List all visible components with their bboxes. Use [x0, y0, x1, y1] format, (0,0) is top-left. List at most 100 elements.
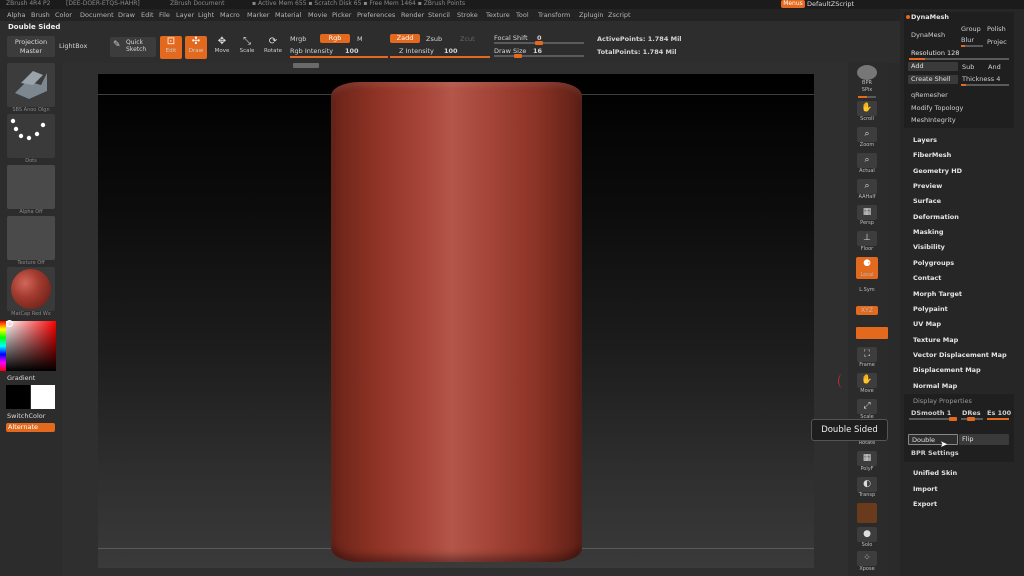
- main-color-swatch[interactable]: [6, 385, 30, 409]
- section-masking[interactable]: Masking: [913, 228, 944, 236]
- menu-transform[interactable]: Transform: [538, 9, 570, 21]
- section-uv-map[interactable]: UV Map: [913, 320, 941, 328]
- menu-edit[interactable]: Edit: [141, 9, 154, 21]
- m-toggle[interactable]: M: [357, 35, 363, 43]
- add-button[interactable]: Add: [908, 62, 958, 71]
- display-properties-header[interactable]: Display Properties: [913, 397, 972, 405]
- texture-thumbnail[interactable]: [7, 216, 55, 260]
- move-view-button[interactable]: ✋ Move: [856, 373, 878, 397]
- xyz-button[interactable]: XYZ: [856, 306, 878, 315]
- menu-stencil[interactable]: Stencil: [428, 9, 450, 21]
- zadd-toggle[interactable]: Zadd: [390, 34, 420, 43]
- section-deformation[interactable]: Deformation: [913, 213, 959, 221]
- thickness-value[interactable]: Thickness 4: [962, 75, 1000, 83]
- zsub-toggle[interactable]: Zsub: [426, 35, 442, 43]
- dres-value[interactable]: DRes: [962, 409, 981, 417]
- canvas-scroll-handle[interactable]: [293, 63, 319, 68]
- gradient-label[interactable]: Gradient: [7, 374, 35, 382]
- menu-preferences[interactable]: Preferences: [357, 9, 395, 21]
- lightbox-button[interactable]: LightBox: [59, 42, 87, 50]
- menu-draw[interactable]: Draw: [118, 9, 135, 21]
- dsmooth-value[interactable]: DSmooth 1: [911, 409, 951, 417]
- blur-value[interactable]: Blur: [961, 36, 974, 44]
- project-toggle[interactable]: Projec: [987, 38, 1007, 46]
- and-button[interactable]: And: [988, 63, 1001, 71]
- modify-topology-item[interactable]: Modify Topology: [911, 104, 963, 112]
- spix-button[interactable]: SPix: [856, 87, 878, 101]
- polish-toggle[interactable]: Polish: [987, 25, 1006, 33]
- alpha-thumbnail[interactable]: [7, 165, 55, 209]
- menu-layer[interactable]: Layer: [176, 9, 194, 21]
- section-export[interactable]: Export: [913, 500, 937, 508]
- section-morph-target[interactable]: Morph Target: [913, 290, 962, 298]
- scroll-button[interactable]: ✋ Scroll: [856, 101, 878, 125]
- menu-color[interactable]: Color: [55, 9, 72, 21]
- double-toggle[interactable]: Double: [908, 434, 958, 445]
- menu-movie[interactable]: Movie: [308, 9, 327, 21]
- resolution-slider[interactable]: [909, 58, 1009, 60]
- floor-button[interactable]: ⊥ Floor: [856, 231, 878, 255]
- menus-button[interactable]: Menus: [781, 0, 805, 8]
- mesh-integrity-item[interactable]: MeshIntegrity: [911, 116, 956, 124]
- xpose-button[interactable]: ⁘ Xpose: [856, 551, 878, 575]
- switch-color-button[interactable]: SwitchColor: [7, 412, 45, 420]
- menu-texture[interactable]: Texture: [486, 9, 510, 21]
- quick-sketch-button[interactable]: ✎ Quick Sketch: [110, 37, 156, 57]
- menu-light[interactable]: Light: [198, 9, 214, 21]
- hue-strip[interactable]: [0, 321, 6, 371]
- menu-tool[interactable]: Tool: [516, 9, 529, 21]
- dsmooth-slider[interactable]: [909, 417, 957, 421]
- scale-button[interactable]: ⤡ Scale: [236, 36, 258, 60]
- section-contact[interactable]: Contact: [913, 274, 941, 282]
- dynamesh-header[interactable]: DynaMesh: [911, 13, 949, 21]
- section-normal-map[interactable]: Normal Map: [913, 382, 957, 390]
- aahalf-button[interactable]: ⌕ AAHalf: [856, 179, 878, 203]
- material-thumbnail[interactable]: [7, 267, 55, 311]
- solo-button[interactable]: ● Solo: [856, 527, 878, 551]
- section-vector-displacement-map[interactable]: Vector Displacement Map: [913, 351, 1007, 359]
- section-unified-skin[interactable]: Unified Skin: [913, 469, 957, 477]
- frame-button[interactable]: ⛶ Frame: [856, 347, 878, 371]
- section-surface[interactable]: Surface: [913, 197, 941, 205]
- qremesher-item[interactable]: qRemesher: [911, 91, 948, 99]
- lsym-button[interactable]: L.Sym: [856, 287, 878, 301]
- section-layers[interactable]: Layers: [913, 136, 937, 144]
- menu-file[interactable]: File: [159, 9, 170, 21]
- rgb-intensity-value[interactable]: 100: [345, 47, 359, 55]
- flip-toggle[interactable]: Flip: [959, 434, 1009, 445]
- ghost-button[interactable]: [856, 503, 878, 523]
- menu-alpha[interactable]: Alpha: [7, 9, 25, 21]
- menu-picker[interactable]: Picker: [332, 9, 351, 21]
- color-picker[interactable]: [6, 320, 56, 371]
- resolution-value[interactable]: Resolution 128: [911, 49, 959, 57]
- section-preview[interactable]: Preview: [913, 182, 942, 190]
- draw-size-slider[interactable]: [494, 54, 584, 58]
- alternate-button[interactable]: Alternate: [6, 423, 55, 432]
- transp-button[interactable]: ◐ Transp: [856, 477, 878, 501]
- section-visibility[interactable]: Visibility: [913, 243, 945, 251]
- z-intensity-slider[interactable]: [390, 56, 490, 58]
- menu-render[interactable]: Render: [401, 9, 424, 21]
- es-value[interactable]: Es 100: [987, 409, 1011, 417]
- zoom-button[interactable]: ⌕ Zoom: [856, 127, 878, 151]
- menu-material[interactable]: Material: [275, 9, 301, 21]
- mrgb-toggle[interactable]: Mrgb: [290, 35, 306, 43]
- section-texture-map[interactable]: Texture Map: [913, 336, 958, 344]
- draw-size-value[interactable]: 16: [533, 47, 542, 55]
- menu-stroke[interactable]: Stroke: [457, 9, 478, 21]
- zcut-toggle[interactable]: Zcut: [460, 35, 475, 43]
- bpr-button[interactable]: BPR: [856, 65, 878, 89]
- menu-marker[interactable]: Marker: [247, 9, 269, 21]
- section-fibermesh[interactable]: FiberMesh: [913, 151, 951, 159]
- section-geometry-hd[interactable]: Geometry HD: [913, 167, 962, 175]
- rgb-toggle[interactable]: Rgb: [320, 34, 350, 43]
- axis-indicator[interactable]: [856, 327, 888, 339]
- bpr-settings-item[interactable]: BPR Settings: [911, 449, 959, 457]
- section-import[interactable]: Import: [913, 485, 938, 493]
- persp-button[interactable]: ▦ Persp: [856, 205, 878, 229]
- brush-thumbnail[interactable]: [7, 63, 55, 107]
- menu-brush[interactable]: Brush: [31, 9, 50, 21]
- z-intensity-value[interactable]: 100: [444, 47, 458, 55]
- menu-document[interactable]: Document: [80, 9, 114, 21]
- default-zscript-label[interactable]: DefaultZScript: [807, 0, 865, 8]
